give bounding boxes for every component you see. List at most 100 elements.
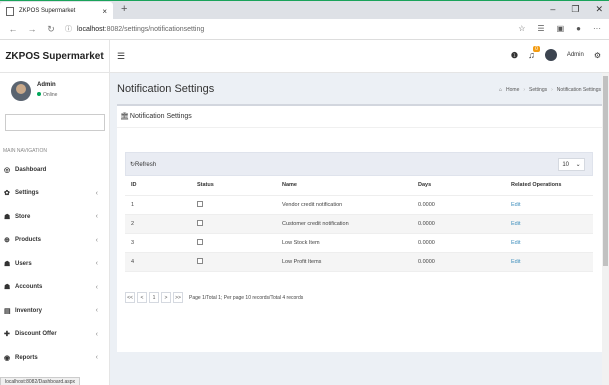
gear-icon: ✿ [4, 190, 10, 198]
page-icon [6, 6, 14, 16]
reports-icon: ◉ [4, 354, 11, 362]
new-tab-button[interactable]: + [121, 3, 127, 15]
url-host: localhost [77, 25, 105, 33]
edit-link[interactable]: Edit [511, 240, 520, 246]
favorites-list-icon[interactable]: ☰ [537, 24, 544, 33]
profile-icon[interactable]: ● [576, 24, 581, 33]
next-page-button[interactable]: > [161, 292, 171, 303]
sidebar-item-products[interactable]: ⊕ Products ‹ [0, 229, 110, 253]
close-window-button[interactable]: ✕ [595, 4, 603, 15]
url-path: :8082/settings/notificationsetting [104, 25, 205, 33]
user-panel: Admin Online [7, 79, 107, 107]
notification-table: ID Status Name Days Related Operations 1… [125, 176, 593, 272]
inventory-icon: ▤ [4, 307, 11, 315]
sidebar-item-dashboard[interactable]: ◎ Dashboard [0, 158, 110, 182]
sidebar-item-store[interactable]: ☗ Store ‹ [0, 205, 110, 229]
page-size-value: 10 [562, 161, 569, 168]
cell-days: 0.0000 [412, 233, 505, 253]
content-header: Notification Settings ⌂ Home › Settings … [110, 73, 609, 103]
sidebar-item-label: Products [15, 237, 42, 244]
notification-bell-icon[interactable]: ♫ 0 [528, 46, 540, 60]
first-page-button[interactable]: << [125, 292, 135, 303]
users-icon: ☗ [4, 260, 11, 268]
brand-logo[interactable]: ZKPOS Supermarket [0, 40, 110, 73]
refresh-button[interactable]: ↻Refresh [130, 161, 156, 168]
cell-status [191, 195, 276, 215]
people-icon: ☗ [4, 213, 11, 221]
bank-icon: 🏛 [120, 113, 129, 120]
status-checkbox[interactable] [197, 201, 203, 208]
sidebar-item-discount-offer[interactable]: ✚ Discount Offer ‹ [0, 323, 110, 347]
prev-page-button[interactable]: < [137, 292, 147, 303]
chevron-left-icon: ‹ [95, 307, 98, 315]
browser-toolbar-icons: ☆ ☰ ▣ ● ··· [518, 24, 601, 33]
breadcrumb-home[interactable]: Home [506, 87, 519, 93]
edit-link[interactable]: Edit [511, 259, 520, 265]
grid-toolbar: ↻Refresh 10 ⌄ [125, 152, 593, 176]
scrollbar-thumb[interactable] [603, 76, 608, 266]
github-icon[interactable]: ❶ [511, 51, 518, 60]
status-checkbox[interactable] [197, 239, 203, 246]
cell-id: 4 [125, 252, 191, 272]
chevron-left-icon: ‹ [95, 236, 98, 244]
pager-info: Page 1/Total 1; Per page 10 records/Tota… [189, 294, 304, 301]
sidebar-search-input[interactable] [5, 114, 105, 131]
sidebar-item-settings[interactable]: ✿ Settings ‹ [0, 182, 110, 206]
edit-link[interactable]: Edit [511, 202, 520, 208]
last-page-button[interactable]: >> [173, 292, 183, 303]
column-header-status[interactable]: Status [191, 176, 276, 196]
url-field[interactable]: ⓘ localhost :8082/settings/notifications… [65, 24, 204, 34]
cell-id: 2 [125, 214, 191, 234]
page-number-button[interactable]: 1 [149, 292, 159, 303]
maximize-button[interactable]: ❐ [571, 4, 579, 15]
tab-close-icon[interactable]: × [102, 7, 107, 16]
forward-arrow-icon[interactable]: → [26, 24, 38, 34]
cell-days: 0.0000 [412, 214, 505, 234]
cell-id: 3 [125, 233, 191, 253]
page-size-select[interactable]: 10 ⌄ [558, 158, 585, 171]
divider [117, 127, 602, 128]
browser-tab[interactable]: ZKPOS Supermarket × [0, 2, 113, 20]
column-header-id[interactable]: ID [125, 176, 191, 196]
minimize-button[interactable]: – [550, 4, 555, 15]
sidebar-item-users[interactable]: ☗ Users ‹ [0, 252, 110, 276]
table-row: 1 Vendor credit notification 0.0000 Edit [125, 195, 593, 215]
breadcrumb-settings[interactable]: Settings [529, 87, 547, 93]
menu-toggle-icon[interactable]: ☰ [117, 51, 125, 62]
pagination: << < 1 > >> Page 1/Total 1; Per page 10 … [125, 292, 303, 303]
cell-operation: Edit [505, 252, 593, 272]
box-title: 🏛 Notification Settings [120, 112, 192, 121]
sidebar-item-reports[interactable]: ◉ Reports ‹ [0, 346, 110, 370]
table-header-row: ID Status Name Days Related Operations [125, 176, 593, 196]
column-header-days[interactable]: Days [412, 176, 505, 196]
settings-gear-icon[interactable]: ⚙ [594, 51, 601, 60]
info-icon[interactable]: ⓘ [65, 24, 72, 34]
edit-link[interactable]: Edit [511, 221, 520, 227]
favorite-star-icon[interactable]: ☆ [518, 24, 525, 33]
user-avatar-small[interactable] [544, 49, 557, 61]
table-row: 3 Low Stock Item 0.0000 Edit [125, 233, 593, 253]
sidebar-item-label: Accounts [15, 284, 43, 291]
accounts-icon: ☗ [4, 284, 11, 292]
sidebar: Admin Online MAIN NAVIGATION ◎ Dashboard ✿… [0, 73, 110, 385]
sidebar-item-label: Store [15, 213, 31, 220]
status-checkbox[interactable] [197, 258, 203, 265]
breadcrumb: ⌂ Home › Settings › Notification Setting… [499, 87, 601, 93]
settings-box: 🏛 Notification Settings ↻Refresh 10 ⌄ ID… [117, 104, 602, 352]
user-status-text: Online [43, 92, 58, 98]
status-checkbox[interactable] [197, 220, 203, 227]
header-user-name[interactable]: Admin [567, 52, 584, 58]
column-header-name[interactable]: Name [276, 176, 412, 196]
collections-icon[interactable]: ▣ [557, 24, 565, 33]
more-icon[interactable]: ··· [593, 24, 601, 33]
sidebar-item-label: Inventory [15, 307, 43, 314]
sidebar-item-inventory[interactable]: ▤ Inventory ‹ [0, 299, 110, 323]
reload-icon[interactable]: ↻ [45, 24, 57, 35]
sidebar-item-accounts[interactable]: ☗ Accounts ‹ [0, 276, 110, 300]
browser-status-url: localhost:8082/Dashboard.aspx [0, 377, 81, 385]
cell-name: Low Profit Items [276, 252, 412, 272]
cell-name: Vendor credit notification [276, 195, 412, 215]
online-dot-icon [37, 92, 41, 96]
sidebar-item-label: Discount Offer [15, 331, 57, 338]
back-arrow-icon[interactable]: ← [7, 24, 19, 34]
